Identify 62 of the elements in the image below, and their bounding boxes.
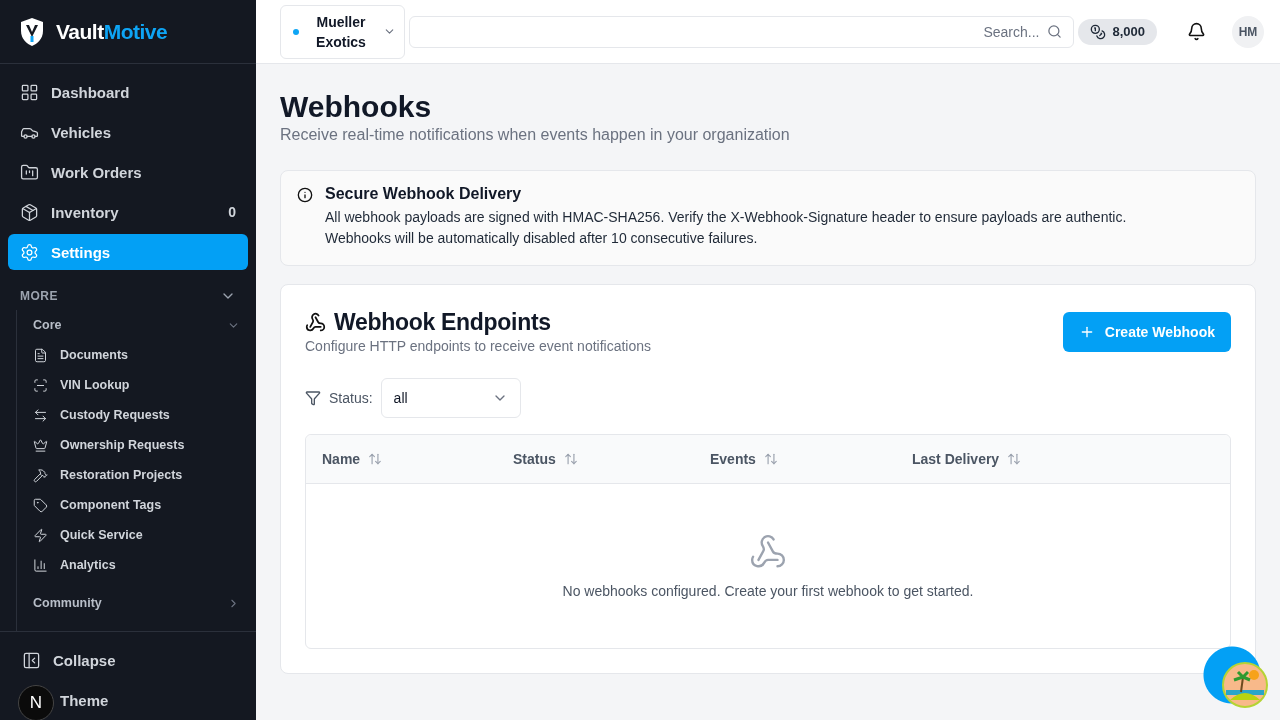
empty-message: No webhooks configured. Create your first webhook to get started. [562, 583, 974, 599]
page-title: Webhooks [280, 90, 433, 124]
sub-nav-item[interactable]: Component Tags [17, 490, 256, 520]
status-select[interactable]: all [380, 378, 521, 418]
card-subtitle: Configure HTTP endpoints to receive event notifications [305, 338, 652, 354]
sort-icon [763, 452, 778, 466]
bar-chart-icon [33, 557, 48, 573]
organization-selector[interactable]: Mueller Exotics [280, 4, 405, 59]
info-icon [297, 187, 313, 203]
nav-item[interactable]: Dashboard [8, 74, 248, 110]
hammer-icon [33, 467, 48, 483]
notice-text: Webhooks will be automatically disabled after 10 consecutive failures. [325, 229, 759, 247]
card-title: Webhook Endpoints [334, 309, 551, 336]
filter-label: Status: [329, 390, 373, 406]
credits-pill[interactable]: 8,000 [1078, 18, 1157, 45]
floating-badge[interactable]: N [18, 685, 54, 720]
sub-nav-item[interactable]: Custody Requests [17, 400, 256, 430]
document-icon [33, 347, 48, 363]
sub-nav-item[interactable]: VIN Lookup [17, 370, 256, 400]
box-icon [20, 202, 39, 222]
column-header[interactable]: Events [694, 435, 794, 483]
nav-item[interactable]: Inventory 0 [8, 194, 248, 230]
webhook-icon [305, 312, 326, 333]
beach-avatar-icon [1222, 662, 1268, 708]
brand-name: VaultMotive [56, 19, 168, 44]
notice-text: All webhook payloads are signed with HMAC-SHA256. Verify the X-Webhook-Signature header to ensure payloads are authentic. [325, 208, 1127, 226]
nav-item[interactable]: Work Orders [8, 154, 248, 190]
coins-icon [1090, 23, 1107, 40]
tag-icon [33, 497, 48, 513]
item-count: 0 [228, 204, 236, 220]
sort-icon [368, 452, 383, 466]
group-heading: Community [33, 596, 102, 610]
column-header[interactable]: Last Delivery [896, 435, 1038, 483]
filter-icon [305, 390, 321, 406]
crown-icon [33, 437, 48, 453]
lightning-icon [33, 527, 48, 543]
footer-item[interactable]: Collapse [8, 640, 130, 680]
sort-icon [1007, 452, 1022, 466]
sort-icon [563, 452, 578, 466]
sub-nav-item[interactable]: Documents [17, 340, 256, 370]
page-subtitle: Receive real-time notifications when events happen in your organization [280, 126, 791, 144]
section-heading: MORE [20, 289, 58, 303]
nav-item[interactable]: Vehicles [8, 114, 248, 150]
swap-arrows-icon [33, 407, 48, 423]
search-icon [1047, 23, 1063, 39]
sub-nav-item[interactable]: Ownership Requests [17, 430, 256, 460]
column-header[interactable]: Name [306, 435, 399, 483]
grid-icon [20, 82, 39, 102]
sub-nav-item[interactable]: Quick Service [17, 520, 256, 550]
column-header[interactable]: Status [497, 435, 594, 483]
search-field[interactable]: Search... [409, 15, 1075, 48]
footer-item[interactable]: Theme [56, 680, 123, 720]
shield-logo-icon [20, 16, 44, 47]
settings-icon [20, 242, 39, 262]
scan-icon [33, 377, 48, 393]
folder-icon [20, 162, 39, 182]
user-avatar[interactable]: HM [1232, 15, 1264, 48]
panel-icon [22, 650, 41, 670]
sub-nav-item[interactable]: Analytics [17, 550, 256, 580]
notice-title: Secure Webhook Delivery [325, 185, 523, 203]
group-heading: Core [33, 318, 62, 332]
sub-nav-item[interactable]: Restoration Projects [17, 460, 256, 490]
